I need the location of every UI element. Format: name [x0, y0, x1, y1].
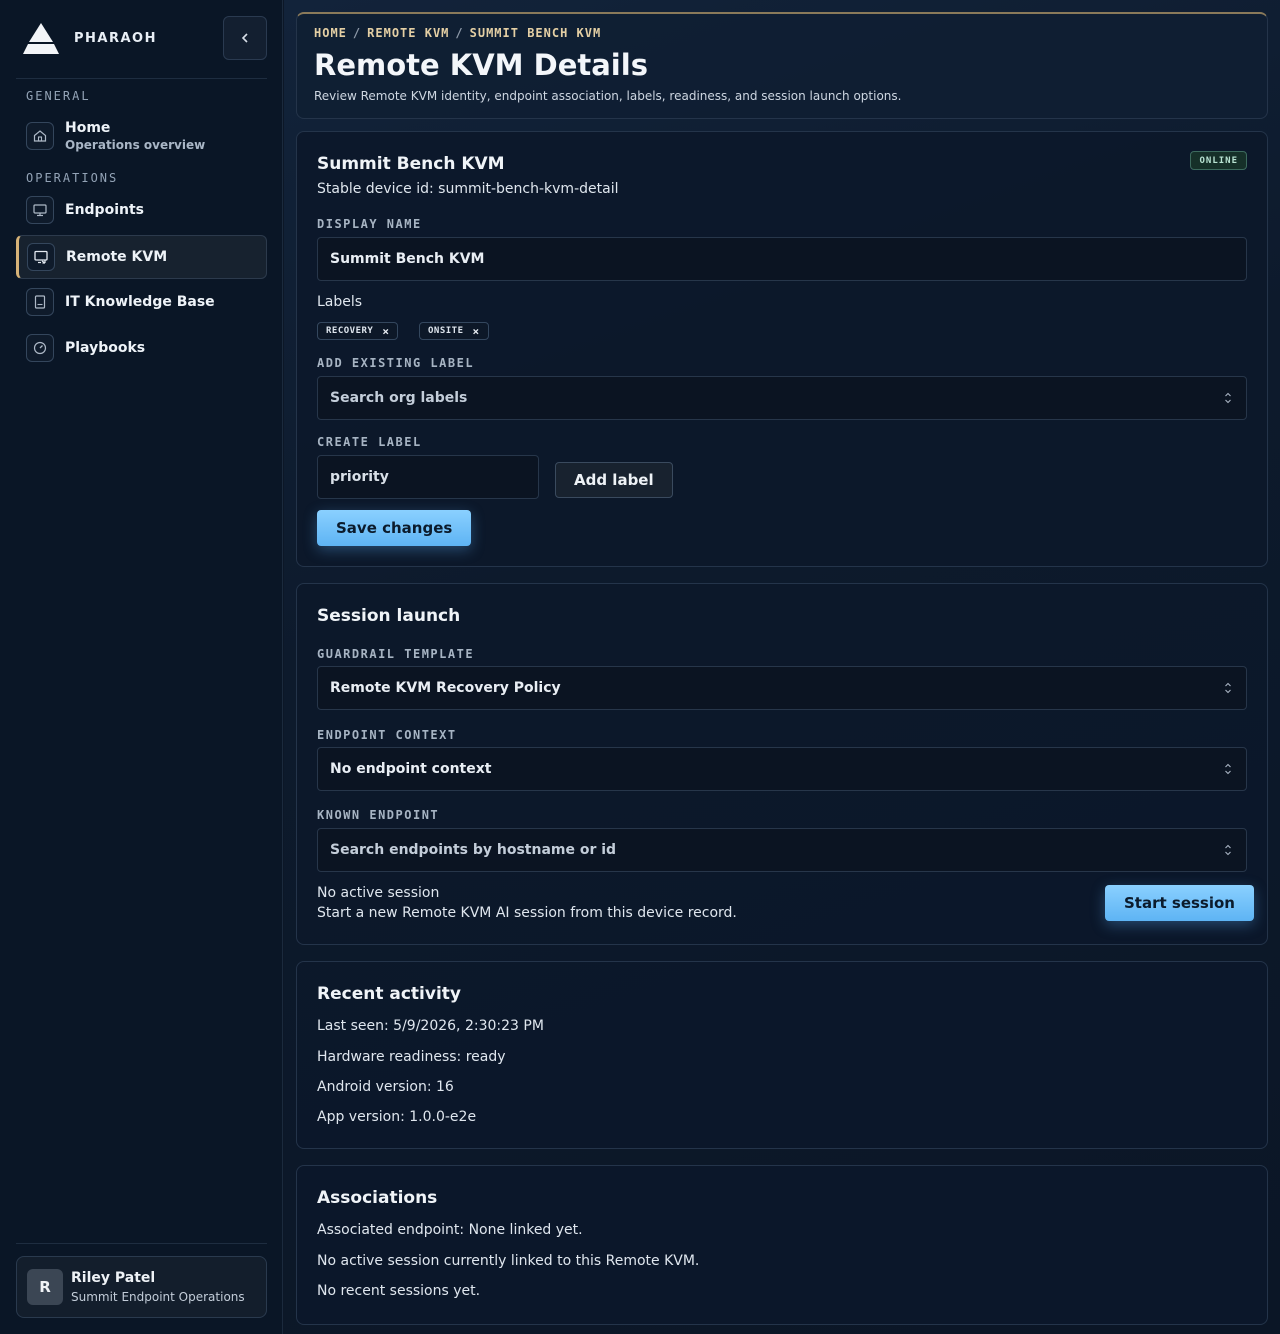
app-version-text: App version: 1.0.0-e2e	[317, 1109, 477, 1125]
display-name-field[interactable]: Summit Bench KVM	[317, 237, 1247, 281]
start-session-button[interactable]: Start session	[1105, 885, 1254, 921]
sidebar-item-remote-kvm[interactable]: Remote KVM	[16, 235, 267, 279]
section-label-operations: OPERATIONS	[26, 171, 119, 185]
device-details-card: Summit Bench KVM Stable device id: summi…	[296, 131, 1268, 567]
session-status-title: No active session	[317, 885, 440, 901]
sidebar-divider	[16, 78, 267, 79]
recent-activity-card: Recent activity Last seen: 5/9/2026, 2:3…	[296, 961, 1268, 1149]
known-endpoint-placeholder: Search endpoints by hostname or id	[330, 842, 617, 858]
chevron-updown-icon	[1225, 682, 1231, 694]
brand-name: PHARAOH	[74, 30, 157, 46]
avatar: R	[27, 1269, 63, 1305]
last-seen-text: Last seen: 5/9/2026, 2:30:23 PM	[317, 1018, 544, 1034]
breadcrumb-separator: /	[455, 26, 464, 40]
android-version-text: Android version: 16	[317, 1079, 454, 1095]
add-label-button[interactable]: Add label	[555, 462, 673, 498]
gauge-icon	[26, 334, 54, 362]
label-search-placeholder: Search org labels	[330, 390, 468, 406]
guardrail-template-select[interactable]: Remote KVM Recovery Policy	[317, 666, 1247, 710]
sidebar-item-label: Remote KVM	[66, 249, 168, 265]
sidebar-item-endpoints[interactable]: Endpoints	[16, 188, 267, 232]
sidebar-item-label: Playbooks	[65, 340, 146, 356]
page-title: Remote KVM Details	[314, 48, 648, 82]
user-card[interactable]: R Riley Patel Summit Endpoint Operations	[16, 1256, 267, 1318]
label-chip-recovery: RECOVERY ×	[317, 322, 399, 340]
associations-heading: Associations	[317, 1188, 438, 1208]
breadcrumb-remote-kvm[interactable]: REMOTE KVM	[367, 26, 449, 40]
endpoint-context-label: ENDPOINT CONTEXT	[317, 728, 457, 742]
label-chip-onsite: ONSITE ×	[419, 322, 489, 340]
sidebar-item-playbooks[interactable]: Playbooks	[16, 326, 267, 370]
brand[interactable]: PHARAOH	[22, 20, 157, 56]
sidebar-item-label: Endpoints	[65, 202, 144, 218]
label-chip-text: RECOVERY	[326, 326, 374, 336]
display-name-label: DISPLAY NAME	[317, 217, 422, 231]
sidebar-item-label: IT Knowledge Base	[65, 294, 215, 310]
user-name: Riley Patel	[71, 1270, 156, 1286]
chevron-updown-icon	[1225, 392, 1231, 404]
guardrail-template-label: GUARDRAIL TEMPLATE	[317, 647, 475, 661]
create-label-label: CREATE LABEL	[317, 435, 422, 449]
sidebar-item-sublabel: Operations overview	[65, 138, 206, 152]
label-chip-text: ONSITE	[428, 326, 464, 336]
active-session-text: No active session currently linked to th…	[317, 1253, 700, 1269]
monitor-icon	[26, 196, 54, 224]
chevron-updown-icon	[1225, 844, 1231, 856]
breadcrumb-current: SUMMIT BENCH KVM	[469, 26, 602, 40]
sidebar-divider	[16, 1243, 267, 1244]
session-status-description: Start a new Remote KVM AI session from t…	[317, 905, 737, 921]
chevron-updown-icon	[1225, 763, 1231, 775]
sidebar: PHARAOH GENERAL Home Operations overview…	[0, 0, 283, 1334]
known-endpoint-label: KNOWN ENDPOINT	[317, 808, 440, 822]
associated-endpoint-text: Associated endpoint: None linked yet.	[317, 1222, 583, 1238]
session-launch-card: Session launch GUARDRAIL TEMPLATE Remote…	[296, 583, 1268, 945]
book-icon	[26, 288, 54, 316]
home-icon	[26, 122, 54, 150]
page-subtitle: Review Remote KVM identity, endpoint ass…	[314, 89, 902, 103]
add-existing-label-label: ADD EXISTING LABEL	[317, 356, 475, 370]
breadcrumb-home[interactable]: HOME	[314, 26, 347, 40]
chevron-left-icon	[241, 33, 248, 43]
breadcrumb-separator: /	[352, 26, 362, 40]
save-changes-button[interactable]: Save changes	[317, 510, 472, 546]
remote-screen-icon	[27, 243, 55, 271]
sidebar-item-home[interactable]: Home Operations overview	[16, 114, 267, 158]
collapse-sidebar-button[interactable]	[223, 16, 267, 60]
sidebar-item-knowledge-base[interactable]: IT Knowledge Base	[16, 280, 267, 324]
device-name-heading: Summit Bench KVM	[317, 154, 505, 174]
associations-card: Associations Associated endpoint: None l…	[296, 1165, 1268, 1325]
remove-label-icon[interactable]: ×	[473, 325, 480, 338]
sidebar-item-label: Home	[65, 120, 111, 136]
hardware-readiness-text: Hardware readiness: ready	[317, 1049, 506, 1065]
breadcrumb: HOME / REMOTE KVM / SUMMIT BENCH KVM	[314, 26, 601, 40]
page-header: HOME / REMOTE KVM / SUMMIT BENCH KVM Remote …	[296, 12, 1268, 119]
known-endpoint-select[interactable]: Search endpoints by hostname or id	[317, 828, 1247, 872]
label-search-select[interactable]: Search org labels	[317, 376, 1247, 420]
guardrail-template-value: Remote KVM Recovery Policy	[330, 680, 561, 696]
pyramid-logo-icon	[22, 20, 60, 56]
endpoint-context-value: No endpoint context	[330, 761, 492, 777]
session-launch-heading: Session launch	[317, 606, 461, 626]
create-label-field[interactable]: priority	[317, 455, 539, 499]
user-org: Summit Endpoint Operations	[71, 1290, 245, 1304]
endpoint-context-select[interactable]: No endpoint context	[317, 747, 1247, 791]
remove-label-icon[interactable]: ×	[382, 325, 389, 338]
section-label-general: GENERAL	[26, 89, 91, 103]
status-badge: ONLINE	[1190, 151, 1247, 170]
recent-sessions-text: No recent sessions yet.	[317, 1283, 481, 1299]
recent-activity-heading: Recent activity	[317, 984, 461, 1004]
labels-heading: Labels	[317, 294, 363, 310]
stable-device-id: Stable device id: summit-bench-kvm-detai…	[317, 181, 619, 197]
